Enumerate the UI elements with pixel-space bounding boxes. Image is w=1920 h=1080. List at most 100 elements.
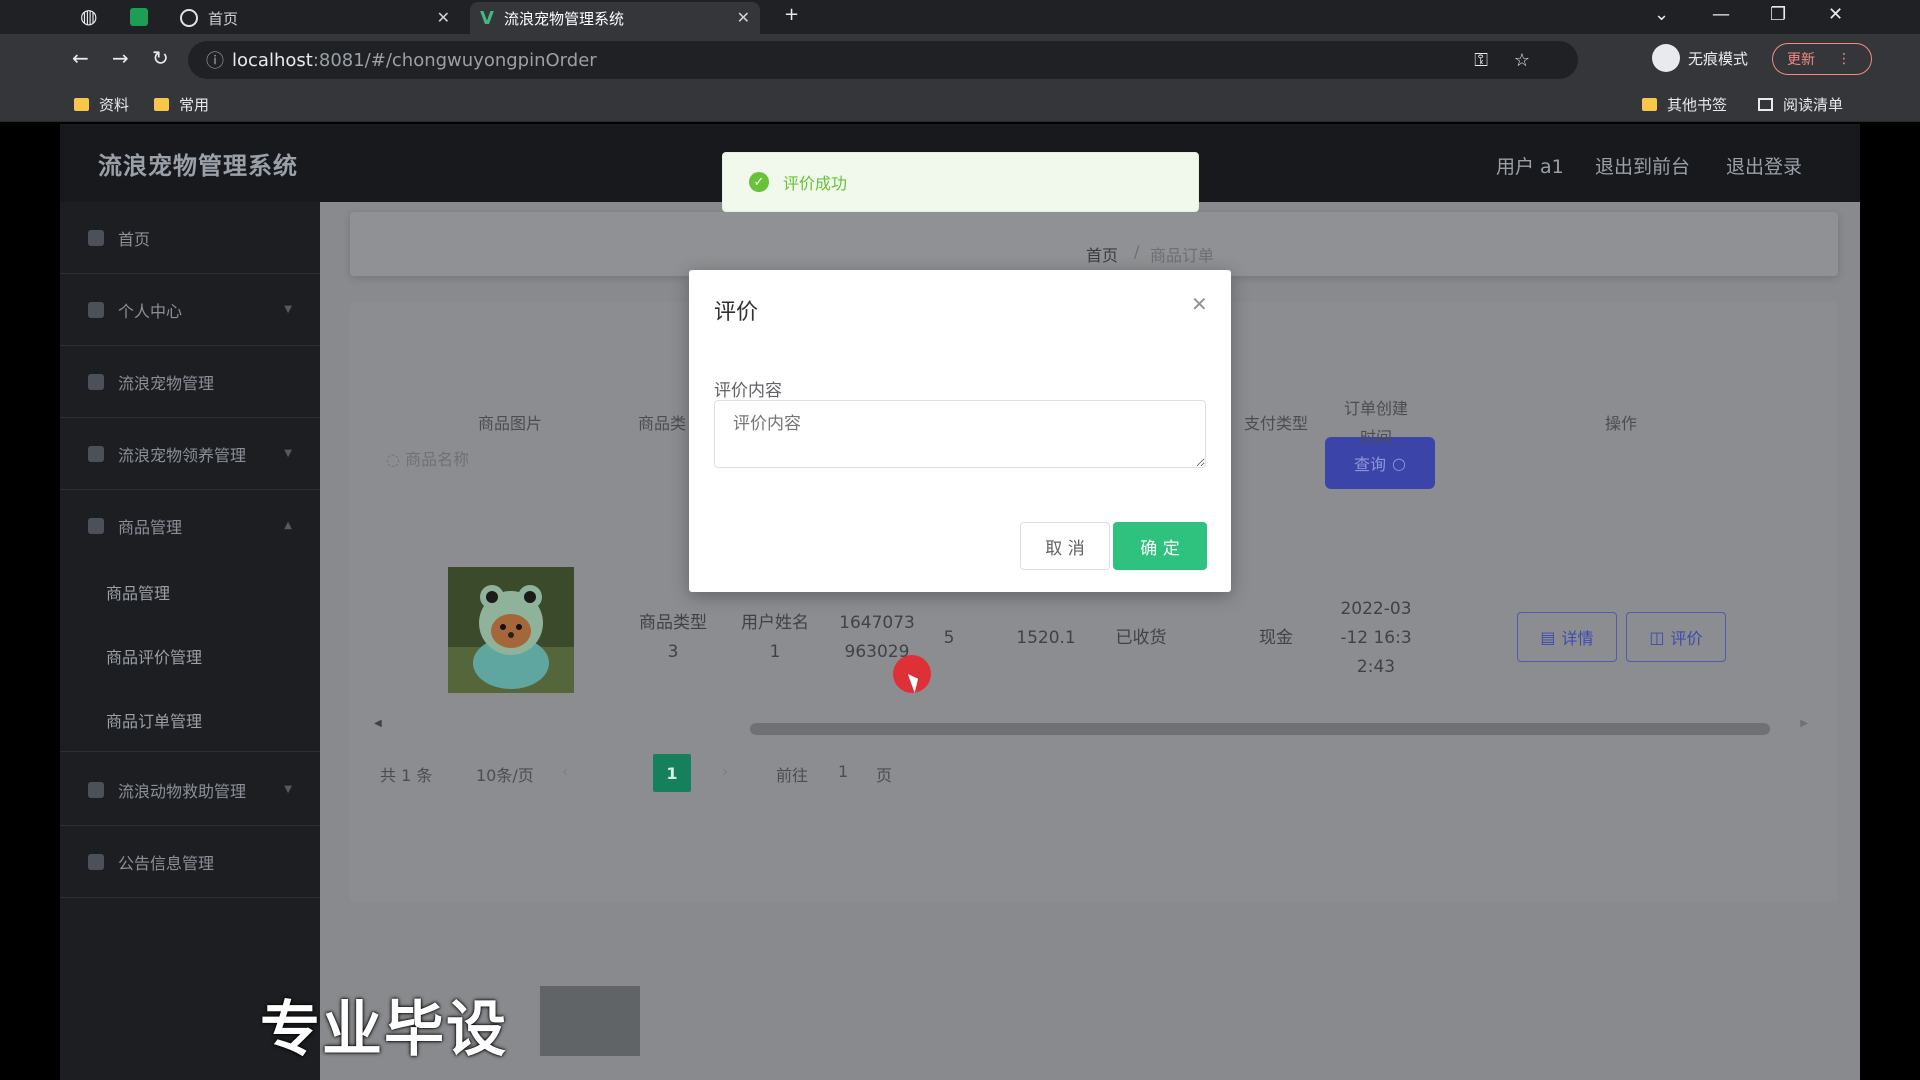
globe-icon (180, 9, 198, 27)
tab-search-icon[interactable]: ⌄ (1654, 4, 1669, 25)
review-dialog: 评价 ✕ 评价内容 取 消 确 定 (689, 270, 1231, 592)
logout-link[interactable]: 退出登录 (1726, 152, 1802, 179)
folder-icon (1642, 98, 1657, 111)
pagination-size[interactable]: 10条/页 (476, 762, 534, 786)
sidebar-item-goods[interactable]: 商品管理 ▲ (60, 490, 320, 562)
minimize-icon[interactable]: — (1712, 4, 1730, 25)
update-label: 更新 (1787, 52, 1815, 68)
sidebar-item-pets[interactable]: 流浪宠物管理 (60, 346, 320, 418)
breadcrumb-home[interactable]: 首页 (1086, 242, 1118, 266)
table-scrollbar[interactable]: ◀ ▶ (370, 718, 1808, 736)
detail-button[interactable]: ▤ 详情 (1517, 612, 1617, 662)
success-toast: ✓ 评价成功 (722, 152, 1199, 212)
cell-pay: 现金 (1259, 628, 1293, 648)
incognito-indicator[interactable]: 无痕模式 (1652, 44, 1748, 72)
scroll-right-icon[interactable]: ▶ (1800, 718, 1808, 729)
cell-user-line2: 1 (769, 642, 781, 662)
pagination-goto-label: 前往 (776, 766, 809, 785)
sidebar-item-label: 商品管理 (118, 518, 183, 537)
cell-time-line2: -12 16:3 (1340, 628, 1412, 648)
browser-tabbar: ◍ 首页 ✕ V 流浪宠物管理系统 ✕ + ⌄ — ❐ ✕ (0, 0, 1920, 34)
cell-order-line1: 1647073 (839, 613, 915, 633)
other-bookmarks[interactable]: 其他书签 (1642, 94, 1727, 115)
bookmark-item[interactable]: 资料 (74, 94, 129, 115)
url-host: localhost (232, 49, 313, 71)
document-icon: ▤ (1540, 627, 1556, 647)
watermark: 专业毕设 (260, 995, 508, 1065)
update-button[interactable]: 更新 ⋮ (1772, 43, 1872, 75)
pinned-tab-icon[interactable] (130, 8, 148, 26)
bookmark-item[interactable]: 常用 (154, 94, 209, 115)
sidebar-subitem-goods-orders[interactable]: 商品订单管理 (60, 688, 320, 752)
chat-icon (88, 445, 104, 462)
scroll-thumb[interactable] (750, 723, 1770, 735)
review-icon: ◫ (1649, 627, 1665, 647)
restore-icon[interactable]: ❐ (1770, 4, 1786, 25)
url-input[interactable]: ⓘ localhost:8081/#/chongwuyongpinOrder ⚿… (188, 41, 1578, 79)
browser-globe-icon[interactable]: ◍ (80, 4, 97, 28)
back-to-front-link[interactable]: 退出到前台 (1595, 152, 1690, 179)
pagination-page-unit: 页 (876, 766, 893, 785)
pagination-goto-input[interactable]: 1 (838, 762, 848, 781)
review-button[interactable]: ◫ 评价 (1626, 612, 1726, 662)
reading-list-label: 阅读清单 (1783, 96, 1844, 114)
chevron-down-icon: ▼ (284, 784, 292, 795)
sidebar-item-profile[interactable]: 个人中心 ▼ (60, 274, 320, 346)
cancel-button[interactable]: 取 消 (1020, 522, 1110, 570)
close-icon[interactable]: ✕ (737, 8, 750, 27)
dialog-title: 评价 (714, 300, 759, 325)
sidebar-item-label: 个人中心 (118, 301, 183, 321)
back-icon[interactable]: ← (72, 46, 89, 70)
review-content-input[interactable] (714, 400, 1206, 468)
scroll-left-icon[interactable]: ◀ (374, 718, 382, 729)
sidebar-item-label: 首页 (118, 229, 151, 249)
bookmark-label: 资料 (99, 96, 130, 114)
detail-label: 详情 (1561, 629, 1594, 648)
cell-type-line2: 3 (667, 642, 679, 662)
search-input[interactable]: ◌ 商品名称 (386, 446, 469, 470)
prev-page-icon[interactable]: ‹ (562, 762, 568, 781)
cell-price: 1520.1 (1016, 628, 1076, 648)
sidebar-subitem-goods-reviews[interactable]: 商品评价管理 (60, 624, 320, 688)
new-tab-icon[interactable]: + (784, 4, 799, 25)
tab-home-label: 首页 (208, 9, 239, 28)
blurred-region (540, 986, 640, 1056)
pagination-current-page[interactable]: 1 (653, 754, 691, 792)
browser-addressbar: ← → ↻ ⓘ localhost:8081/#/chongwuyongpinO… (0, 34, 1920, 86)
sidebar-item-rescue[interactable]: 流浪动物救助管理 ▼ (60, 754, 320, 826)
close-icon[interactable]: ✕ (1191, 292, 1208, 316)
sidebar-item-home[interactable]: 首页 (60, 202, 320, 274)
forward-icon[interactable]: → (112, 46, 129, 70)
tab-home[interactable]: 首页 ✕ (170, 2, 460, 34)
search-label: 商品名称 (405, 450, 470, 469)
review-label: 评价 (1670, 629, 1703, 648)
sidebar-subitem-goods[interactable]: 商品管理 (60, 560, 320, 624)
app-viewport: 流浪宠物管理系统 用户 a1 退出到前台 退出登录 首页 个人中心 ▼ 流浪宠物… (60, 124, 1860, 1080)
breadcrumb-current: 商品订单 (1150, 246, 1215, 265)
sidebar-item-adoption[interactable]: 流浪宠物领养管理 ▼ (60, 418, 320, 490)
url-path: :8081/#/chongwuyongpinOrder (312, 49, 597, 71)
home-icon (88, 229, 104, 246)
tab-app-label: 流浪宠物管理系统 (503, 9, 624, 28)
query-label: 查询 (1354, 455, 1387, 474)
key-icon[interactable]: ⚿ (1474, 50, 1488, 71)
star-icon[interactable]: ☆ (1514, 50, 1530, 71)
incognito-label: 无痕模式 (1688, 49, 1749, 68)
sidebar-item-notices[interactable]: 公告信息管理 (60, 826, 320, 898)
incognito-icon (1652, 44, 1680, 72)
reading-list[interactable]: 阅读清单 (1758, 94, 1843, 115)
more-icon: ⋮ (1837, 51, 1851, 67)
close-icon[interactable]: ✕ (437, 8, 450, 27)
th-pay-type: 支付类型 (1243, 414, 1308, 433)
bookmarks-bar: 资料 常用 其他书签 阅读清单 (0, 86, 1920, 122)
app-title: 流浪宠物管理系统 (98, 152, 298, 180)
tab-app[interactable]: V 流浪宠物管理系统 ✕ (470, 2, 760, 34)
confirm-button[interactable]: 确 定 (1113, 522, 1207, 570)
breadcrumb-separator: / (1134, 242, 1140, 261)
window-close-icon[interactable]: ✕ (1828, 4, 1843, 25)
folder-icon (74, 98, 89, 111)
reload-icon[interactable]: ↻ (152, 46, 169, 70)
rescue-icon (88, 781, 104, 798)
next-page-icon[interactable]: › (722, 762, 728, 781)
user-icon (88, 301, 104, 318)
